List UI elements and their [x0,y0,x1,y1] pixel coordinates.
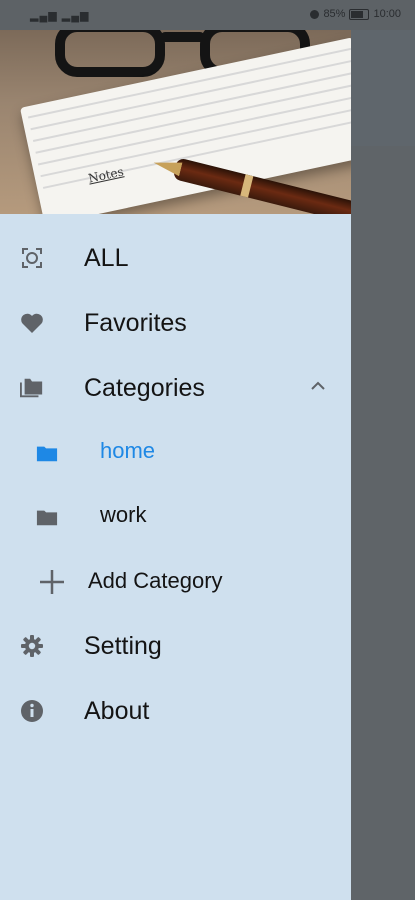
chevron-up-icon[interactable] [306,374,330,398]
menu-item-favorites-label: Favorites [84,309,187,337]
menu-item-setting[interactable]: Setting [0,614,351,678]
gear-icon [20,634,44,658]
battery-percent: 85% [323,8,346,20]
category-item-home[interactable]: home [0,420,351,484]
battery-icon [349,8,370,20]
menu-item-about-label: About [84,697,150,725]
category-item-work[interactable]: work [0,484,351,548]
app-toolbar-dimmed [351,30,415,146]
drawer-header-image: Notes [0,30,351,214]
signal-icon: ▂▄▆ ▂▄▆ [30,10,90,22]
menu-item-setting-label: Setting [84,632,162,660]
drawer-scrim[interactable] [351,146,415,900]
info-icon [20,699,44,723]
folders-icon [20,376,44,400]
menu-item-categories-label: Categories [84,374,205,402]
status-right: 85% 10:00 [310,8,401,20]
menu-item-categories[interactable]: Categories [0,356,351,420]
folder-icon [36,506,58,528]
menu-item-all-label: ALL [84,244,129,272]
plus-icon [38,568,66,596]
all-icon [20,246,44,270]
clock: 10:00 [373,8,401,20]
status-bar: ▂▄▆ ▂▄▆ 85% 10:00 [0,0,415,30]
add-category-button[interactable]: Add Category [0,549,351,613]
menu-item-about[interactable]: About [0,679,351,743]
do-not-disturb-icon [310,9,320,19]
folder-icon [36,442,58,464]
heart-icon [20,311,44,335]
menu-item-favorites[interactable]: Favorites [0,291,351,355]
category-item-work-label: work [100,502,147,527]
menu-item-all[interactable]: ALL [0,226,351,290]
category-item-home-label: home [100,438,156,463]
add-category-label: Add Category [88,568,223,593]
